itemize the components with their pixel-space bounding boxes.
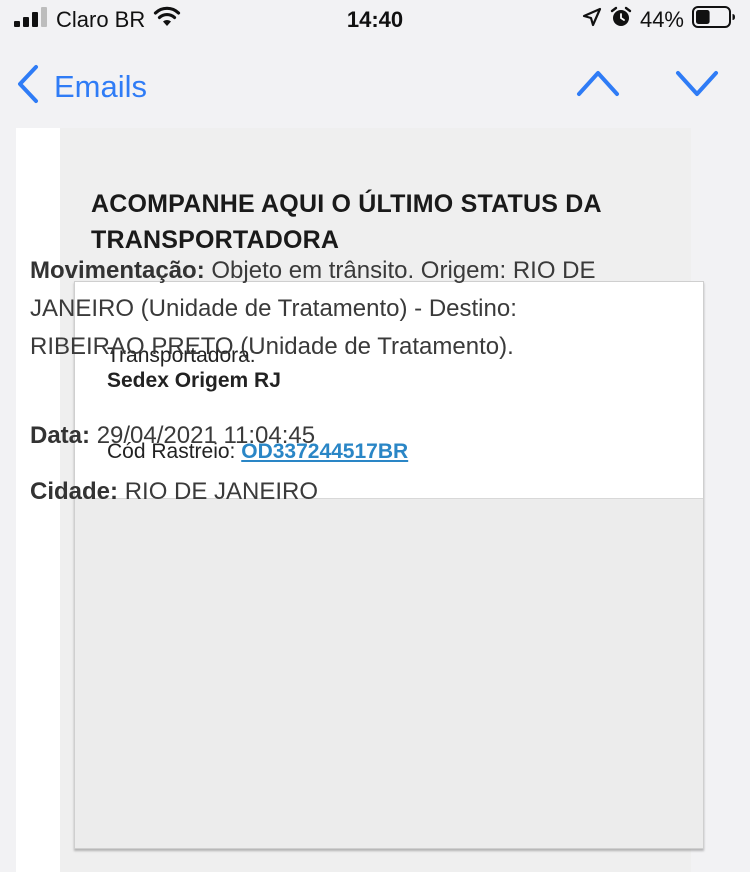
next-message-button[interactable] xyxy=(674,66,720,103)
movement-label: Movimentação: xyxy=(30,257,205,284)
movement-text: Movimentação: Objeto em trânsito. Origem… xyxy=(30,252,600,366)
previous-message-button[interactable] xyxy=(575,66,621,103)
status-bar: Claro BR 14:40 44% xyxy=(0,0,750,44)
location-arrow-icon xyxy=(582,7,602,32)
back-button[interactable]: Emails xyxy=(16,64,147,109)
carrier-value: Sedex Origem RJ xyxy=(107,369,281,392)
status-section xyxy=(75,499,703,848)
chevron-down-icon xyxy=(674,71,720,102)
date-label: Data: xyxy=(30,422,91,449)
date-value: 29/04/2021 11:04:45 xyxy=(96,422,316,449)
chevron-up-icon xyxy=(575,71,621,102)
navigation-bar: Emails xyxy=(0,44,750,128)
status-right: 44% xyxy=(582,6,736,33)
chevron-left-icon xyxy=(16,64,40,109)
date-row: Data: 29/04/2021 11:04:45 xyxy=(30,422,315,450)
email-heading: ACOMPANHE AQUI O ÚLTIMO STATUS DA TRANSP… xyxy=(91,190,601,254)
city-label: Cidade: xyxy=(30,478,119,505)
battery-icon xyxy=(692,6,736,33)
alarm-clock-icon xyxy=(610,6,632,33)
tracking-card: Transportadora: Sedex Origem RJ Cód Rast… xyxy=(74,281,704,849)
back-label: Emails xyxy=(54,68,148,104)
battery-percent: 44% xyxy=(639,6,684,32)
city-value: RIO DE JANEIRO xyxy=(124,478,319,505)
city-row: Cidade: RIO DE JANEIRO xyxy=(30,478,318,506)
